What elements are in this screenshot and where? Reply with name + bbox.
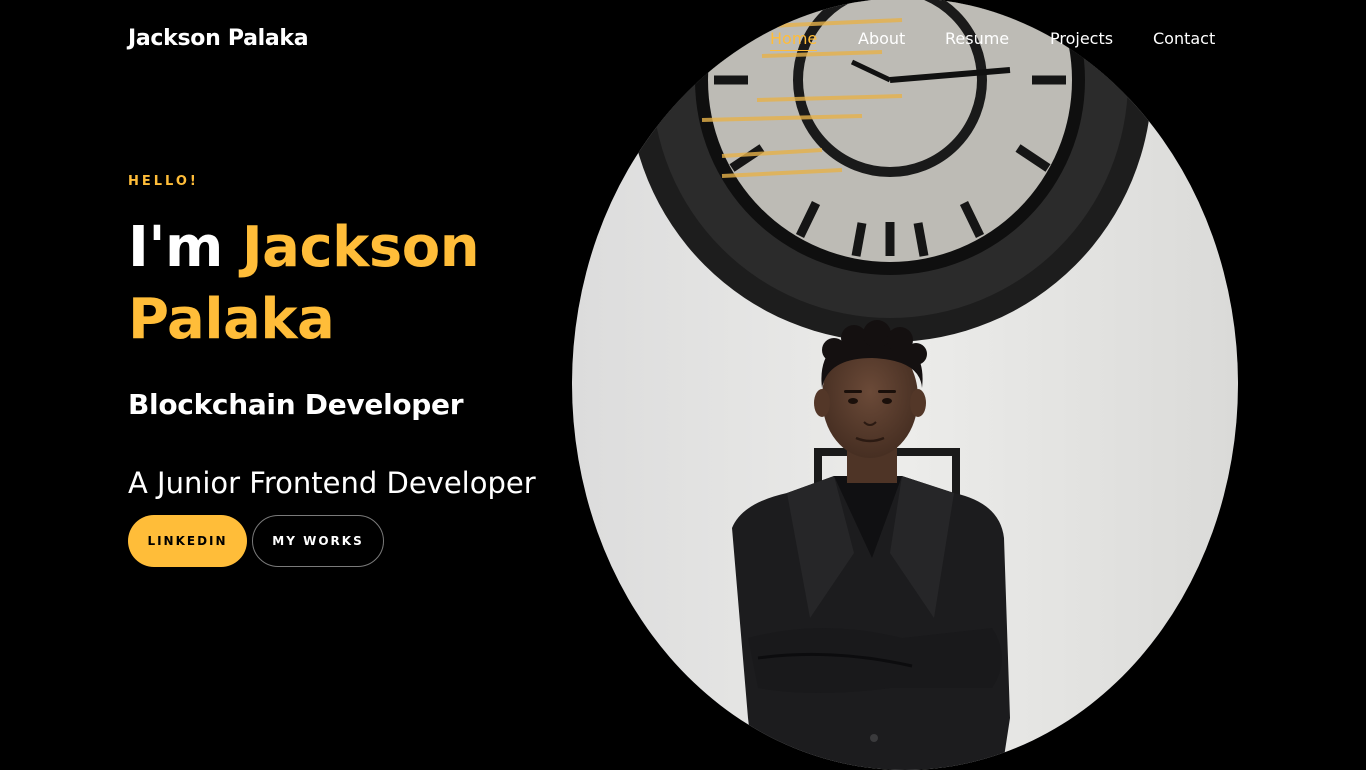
nav-resume[interactable]: Resume [945, 29, 1009, 48]
hero-greeting: HELLO! [128, 174, 199, 189]
my-works-button[interactable]: MY WORKS [252, 515, 384, 567]
hero-headline: I'm Jackson Palaka [128, 212, 568, 356]
nav-contact[interactable]: Contact [1153, 29, 1215, 48]
nav-home[interactable]: Home [770, 29, 818, 51]
hero-headline-prefix: I'm [128, 215, 242, 280]
nav-about[interactable]: About [858, 29, 905, 48]
nav-projects[interactable]: Projects [1050, 29, 1113, 48]
portrait-illustration [572, 0, 1238, 770]
site-logo[interactable]: Jackson Palaka [128, 26, 309, 51]
linkedin-button[interactable]: LINKEDIN [128, 515, 247, 567]
hero-role: Blockchain Developer [128, 388, 464, 421]
portrait-photo [572, 0, 1238, 770]
hero-tagline: A Junior Frontend Developer [128, 466, 536, 500]
